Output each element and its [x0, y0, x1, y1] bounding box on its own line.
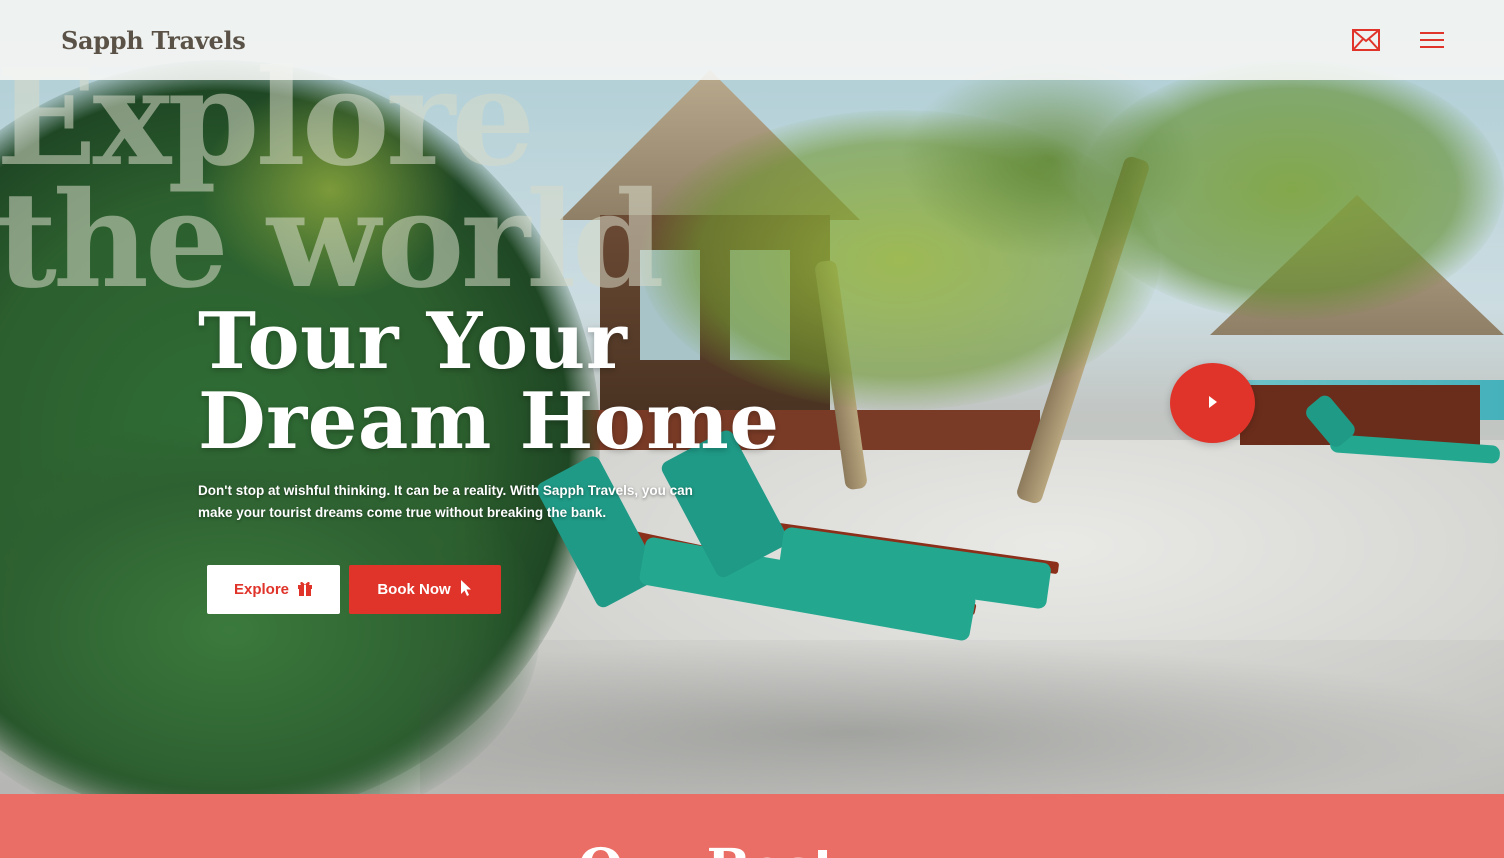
play-icon [1207, 394, 1219, 413]
hero-background-words: Explore the world [0, 53, 665, 318]
hero-headline: Tour Your Dream Home [198, 302, 779, 462]
site-header: Sapph Travels [0, 0, 1504, 80]
gift-icon [297, 580, 313, 600]
explore-button-label: Explore [233, 581, 290, 598]
section-title: Our Best [578, 838, 837, 858]
mail-icon[interactable] [1352, 26, 1380, 54]
book-now-button-label: Book Now [377, 581, 451, 598]
cursor-icon [459, 579, 473, 601]
next-section: Our Best [0, 794, 1504, 858]
explore-button[interactable]: Explore [207, 565, 340, 614]
book-now-button[interactable]: Book Now [349, 565, 501, 614]
menu-icon[interactable] [1418, 26, 1446, 54]
background-word-2: the world [0, 163, 665, 318]
logo[interactable]: Sapph Travels [61, 26, 246, 55]
palm-fronds [900, 60, 1200, 260]
tree-shadow [420, 640, 1504, 794]
hero-subtext: Don't stop at wishful thinking. It can b… [198, 483, 693, 520]
play-video-button[interactable] [1170, 363, 1255, 443]
headline-line-1: Tour Your [198, 296, 628, 387]
headline-line-2: Dream Home [198, 376, 780, 467]
header-icons [1352, 26, 1446, 54]
